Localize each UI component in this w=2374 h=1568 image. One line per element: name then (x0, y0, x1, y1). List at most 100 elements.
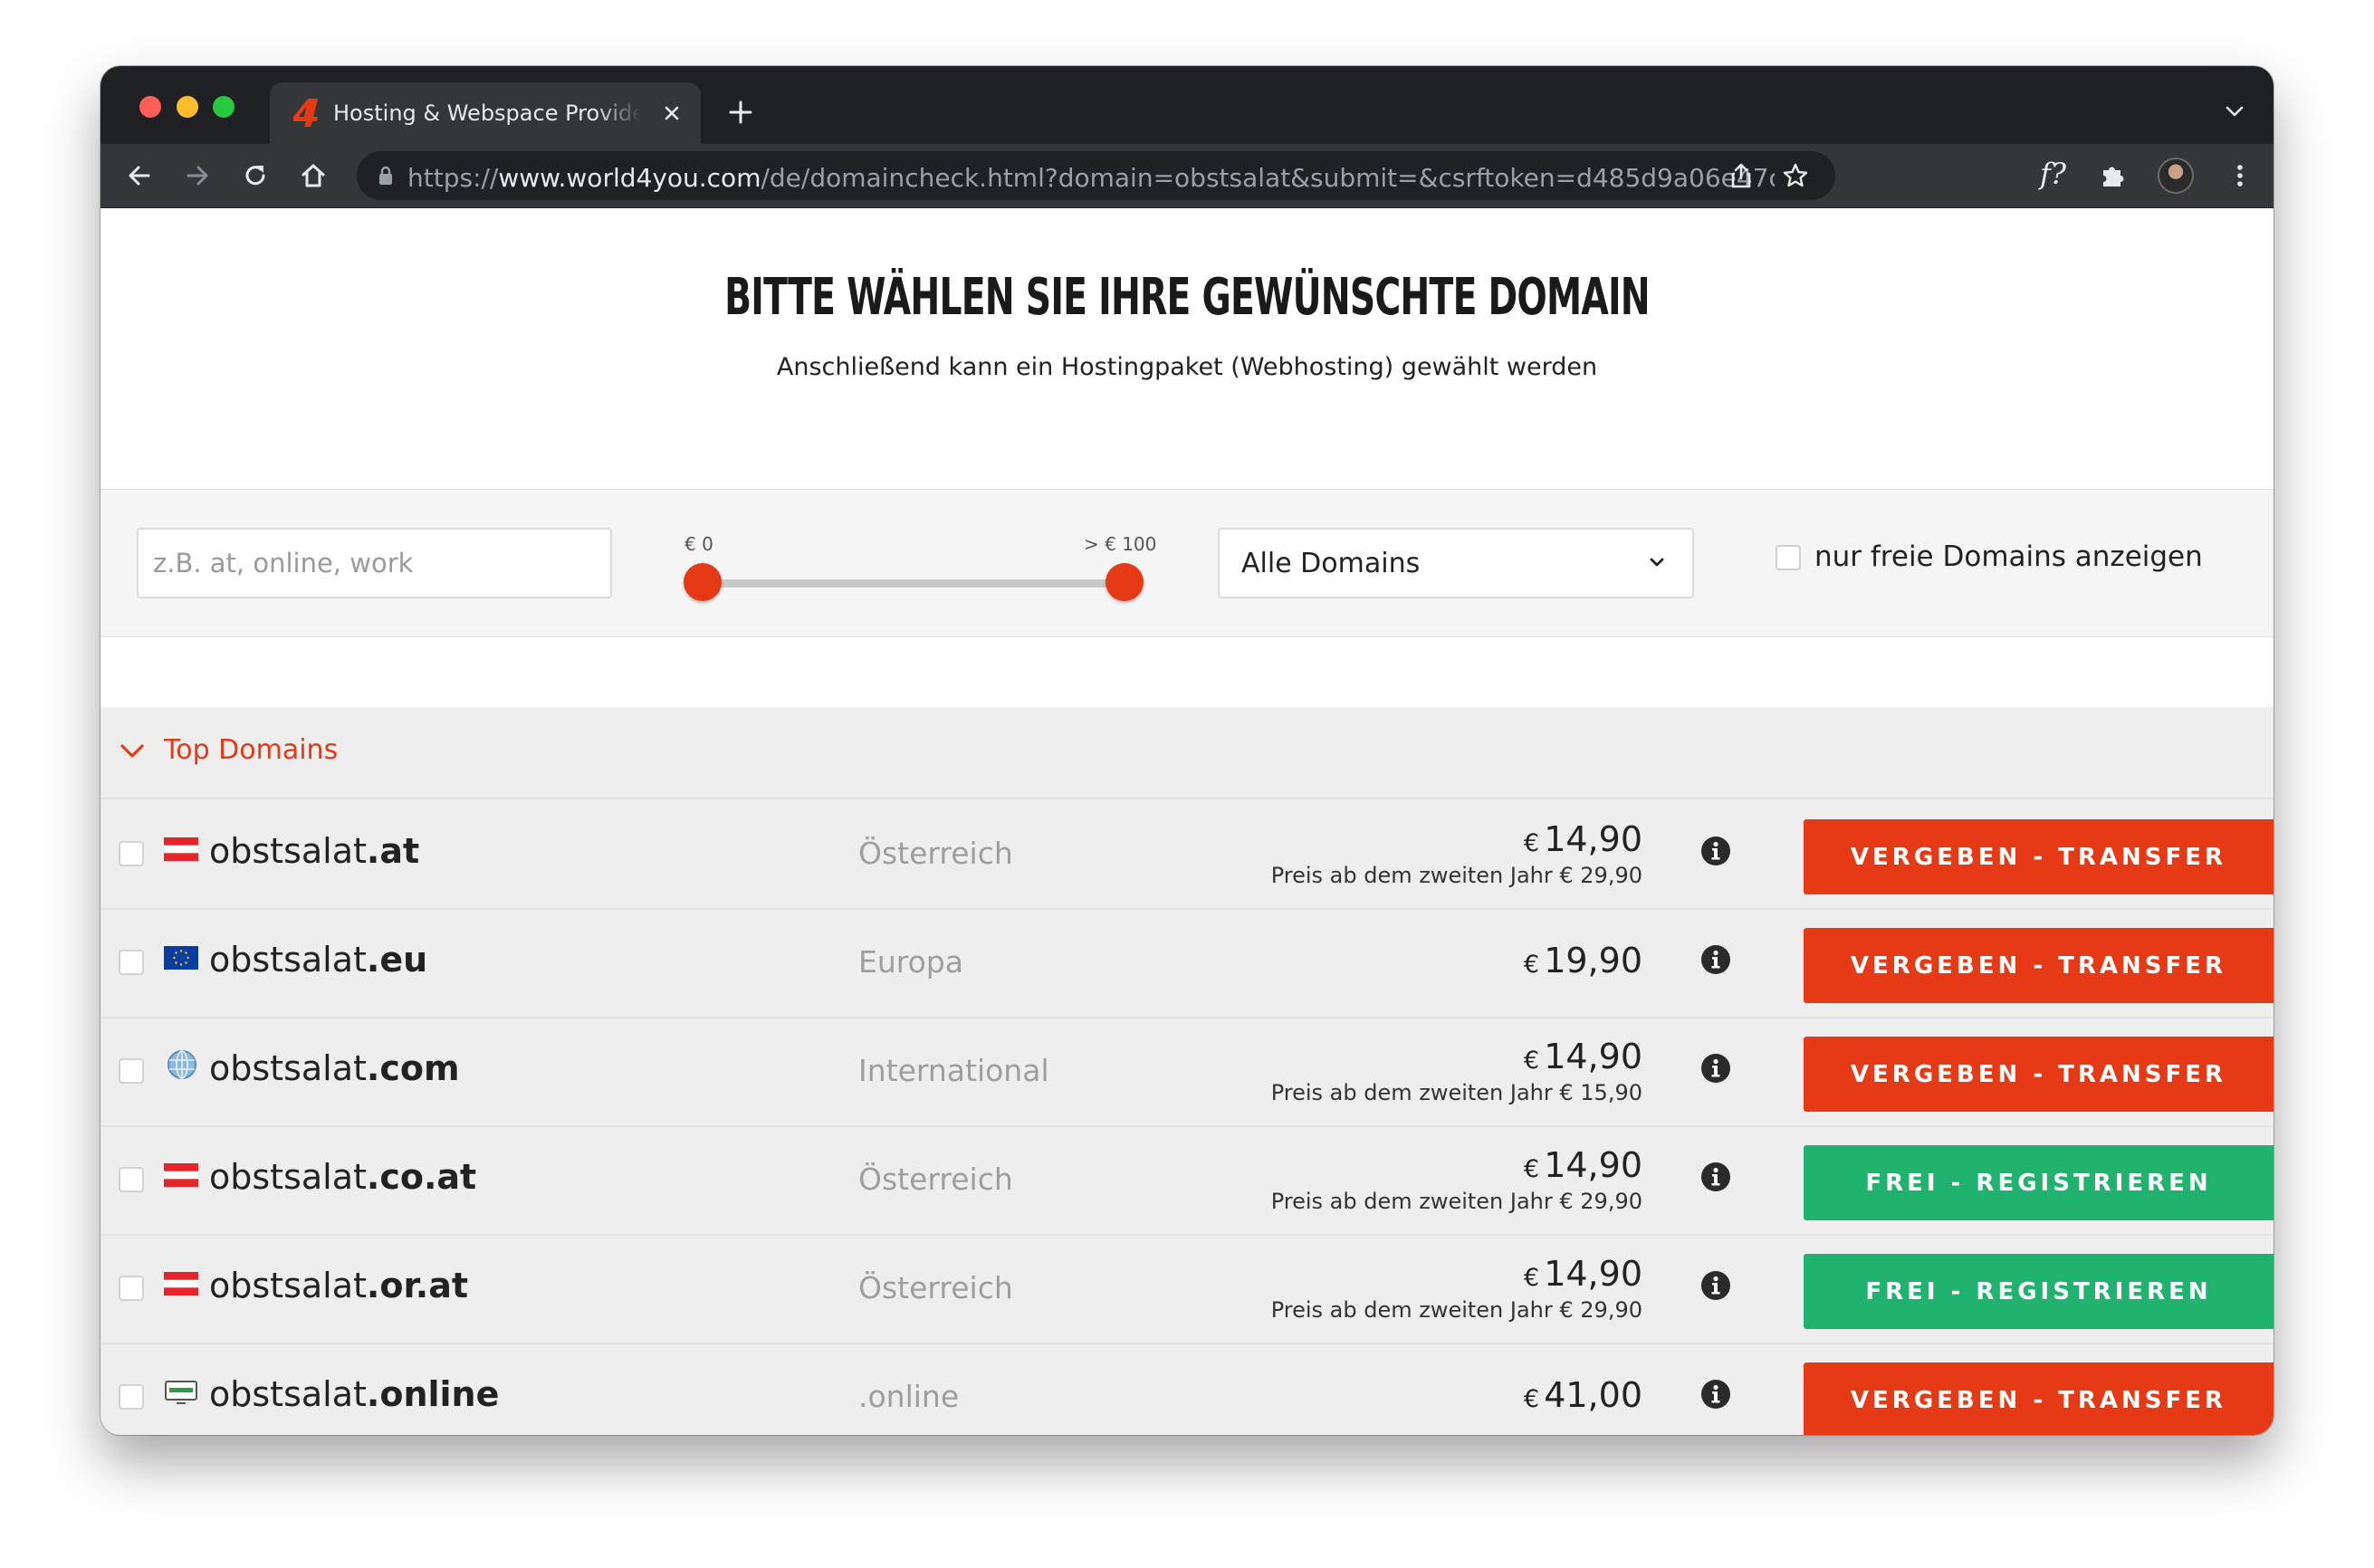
domain-select-checkbox[interactable] (119, 1167, 144, 1192)
close-window-button[interactable] (139, 96, 161, 118)
austria-flag-icon (164, 1163, 198, 1187)
price-currency: € (1523, 1264, 1540, 1292)
domain-price: € 41,00 (1524, 1375, 1642, 1415)
domain-select-checkbox[interactable] (119, 1276, 144, 1301)
tab-world4you[interactable]: Hosting & Webspace Provider aus Österrei… (270, 82, 701, 144)
tab-bar: Hosting & Webspace Provider aus Österrei… (101, 66, 2273, 144)
home-icon[interactable] (298, 160, 329, 191)
monitor-icon (165, 1381, 197, 1404)
price-amount: 41,00 (1544, 1375, 1642, 1415)
top-domains-header[interactable]: Top Domains (101, 707, 2273, 799)
url-host: www.world4you.com (498, 163, 761, 193)
price-range-max-label: > € 100 (1084, 533, 1157, 555)
domain-region: Österreich (858, 1162, 1013, 1197)
info-icon[interactable] (1700, 1270, 1731, 1301)
domain-tld: .online (366, 1374, 500, 1414)
price-currency: € (1523, 951, 1540, 979)
register-button[interactable]: FREI - REGISTRIEREN (1804, 1254, 2273, 1329)
chevron-down-icon (1650, 558, 1664, 567)
price-amount: 14,90 (1544, 1037, 1642, 1076)
url-scheme: https:// (407, 163, 499, 193)
info-icon[interactable] (1700, 1162, 1731, 1192)
lock-icon[interactable] (377, 165, 395, 186)
domain-tld: .co.at (366, 1157, 477, 1197)
browser-toolbar: https://www.world4you.com/de/domaincheck… (101, 144, 2273, 208)
bookmark-star-icon[interactable] (1781, 161, 1810, 190)
domain-price: € 19,90 (1524, 941, 1642, 980)
info-icon[interactable] (1700, 1379, 1731, 1410)
domain-sld: obstsalat (209, 940, 367, 980)
domain-row: obstsalat.online .online € 41,00 VERGEBE… (101, 1343, 2273, 1435)
domain-name: obstsalat.eu (209, 940, 427, 980)
domain-row: obstsalat.co.at Österreich € 14,90 Preis… (101, 1125, 2273, 1236)
free-only-label[interactable]: nur freie Domains anzeigen (1814, 540, 2203, 573)
url-path: /de/domaincheck.html?domain=obstsalat&su… (761, 163, 1775, 193)
section-title[interactable]: Top Domains (164, 734, 338, 766)
url-text[interactable]: https://www.world4you.com/de/domaincheck… (407, 163, 1775, 193)
domain-name: obstsalat.online (209, 1374, 499, 1414)
domain-name: obstsalat.or.at (209, 1266, 468, 1305)
price-currency: € (1523, 1047, 1540, 1075)
back-arrow-icon[interactable] (124, 160, 155, 191)
register-button[interactable]: FREI - REGISTRIEREN (1804, 1145, 2273, 1220)
tld-search-input[interactable] (137, 528, 612, 598)
domain-region: Europa (858, 944, 963, 980)
domain-select-checkbox[interactable] (119, 841, 144, 866)
price-range-track[interactable] (702, 579, 1124, 588)
domain-name: obstsalat.com (209, 1048, 460, 1088)
eu-flag-icon (164, 946, 198, 970)
price-range-min-label: € 0 (684, 533, 713, 555)
price-range-min-handle[interactable] (684, 563, 722, 601)
zoom-window-button[interactable] (213, 96, 235, 118)
domain-sld: obstsalat (209, 1048, 367, 1088)
top-domains-section: Top Domains obstsalat.at Österreich € 14… (101, 707, 2273, 1435)
domain-price: € 14,90 (1524, 819, 1642, 859)
domain-region: Österreich (858, 836, 1013, 871)
domain-select-checkbox[interactable] (119, 950, 144, 975)
price-amount: 14,90 (1544, 1145, 1642, 1185)
new-tab-icon[interactable] (727, 99, 754, 126)
domain-select-checkbox[interactable] (119, 1058, 144, 1084)
tab-search-chevron-icon[interactable] (2223, 102, 2246, 120)
forward-arrow-icon[interactable] (182, 160, 213, 191)
price-renewal-note: Preis ab dem zweiten Jahr € 29,90 (1270, 1189, 1642, 1214)
price-amount: 19,90 (1544, 941, 1642, 980)
minimize-window-button[interactable] (177, 96, 198, 118)
price-amount: 14,90 (1544, 1254, 1642, 1294)
info-icon[interactable] (1700, 944, 1731, 975)
austria-flag-icon (164, 837, 198, 861)
chevron-down-icon[interactable] (119, 741, 146, 761)
domain-category-select[interactable]: Alle Domains (1218, 528, 1694, 598)
share-icon[interactable] (1727, 161, 1756, 190)
transfer-button[interactable]: VERGEBEN - TRANSFER (1804, 928, 2273, 1003)
domain-price: € 14,90 (1524, 1145, 1642, 1185)
domain-row: obstsalat.com International € 14,90 Prei… (101, 1017, 2273, 1127)
extensions-puzzle-icon[interactable] (2097, 160, 2128, 191)
free-only-checkbox[interactable] (1776, 545, 1801, 570)
info-icon[interactable] (1700, 1053, 1731, 1084)
font-extension-icon[interactable]: f? (2040, 157, 2066, 191)
info-icon[interactable] (1700, 836, 1731, 866)
domain-select-checkbox[interactable] (119, 1384, 144, 1410)
world4you-logo-icon (293, 99, 318, 127)
price-currency: € (1523, 829, 1540, 857)
profile-avatar[interactable] (2158, 158, 2194, 194)
page-title: BITTE WÄHLEN SIE IHRE GEWÜNSCHTE DOMAIN (724, 268, 1651, 327)
page-subtitle: Anschließend kann ein Hostingpaket (Webh… (776, 353, 1598, 381)
domain-region: .online (858, 1379, 960, 1414)
reload-icon[interactable] (240, 160, 271, 191)
domain-category-value: Alle Domains (1241, 548, 1421, 579)
transfer-button[interactable]: VERGEBEN - TRANSFER (1804, 1037, 2273, 1112)
transfer-button[interactable]: VERGEBEN - TRANSFER (1804, 819, 2273, 894)
price-amount: 14,90 (1544, 819, 1642, 859)
transfer-button[interactable]: VERGEBEN - TRANSFER (1804, 1362, 2273, 1435)
domain-row: obstsalat.eu Europa € 19,90 VERGEBEN - T… (101, 908, 2273, 1018)
domain-price: € 14,90 (1524, 1037, 1642, 1076)
more-menu-icon[interactable] (2225, 160, 2255, 191)
price-renewal-note: Preis ab dem zweiten Jahr € 15,90 (1270, 1080, 1642, 1105)
domain-name: obstsalat.at (209, 831, 419, 871)
domain-row: obstsalat.at Österreich € 14,90 Preis ab… (101, 799, 2273, 910)
close-tab-icon[interactable] (659, 100, 684, 126)
price-range-max-handle[interactable] (1106, 563, 1144, 601)
address-bar[interactable]: https://www.world4you.com/de/domaincheck… (357, 151, 1835, 200)
